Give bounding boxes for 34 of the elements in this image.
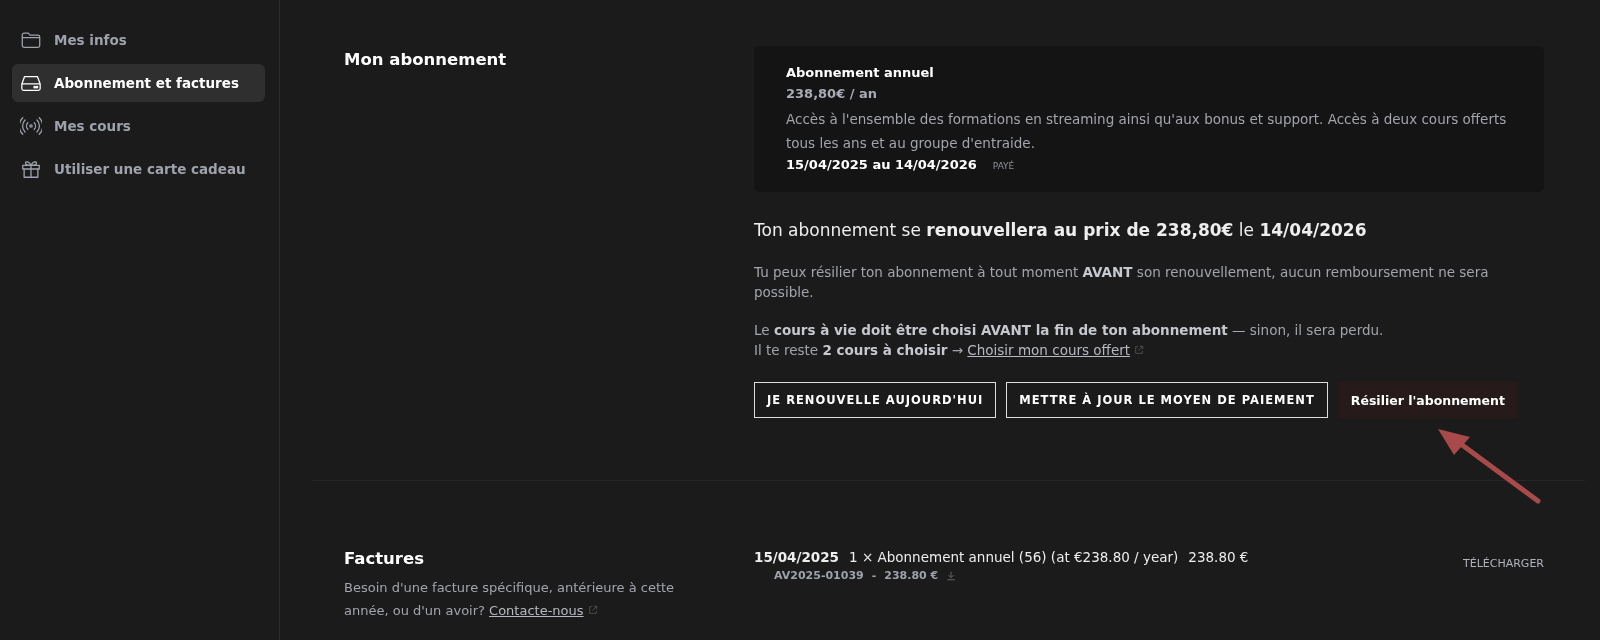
separator: -	[871, 569, 877, 582]
invoice-date: 15/04/2025	[754, 549, 839, 565]
sidebar-item[interactable]: Mes cours	[12, 107, 265, 145]
contact-link[interactable]: Contacte-nous	[489, 603, 584, 618]
sidebar-item[interactable]: Utiliser une carte cadeau	[12, 150, 265, 188]
renewal-text: Ton abonnement se renouvellera au prix de 238,80€ le 14/04/2026	[754, 220, 1368, 240]
section-heading: Factures	[344, 549, 425, 568]
invoice-total: 238.80 €	[884, 569, 939, 582]
broadcast-icon	[20, 115, 42, 137]
sidebar-item[interactable]: Abonnement et factures	[12, 64, 265, 102]
folder-icon	[20, 29, 42, 51]
cancel-subscription-button[interactable]: Résilier l'abonnement	[1337, 382, 1518, 418]
download-icon[interactable]	[946, 570, 957, 581]
plan-title: Abonnement annuel	[786, 65, 935, 80]
remaining-courses-text: Il te reste 2 cours à choisir → Choisir mon cours offert	[754, 340, 1544, 360]
invoice-line: 1 × Abonnement annuel (56) (at €238.80 / year)	[849, 549, 1179, 565]
invoice-number: AV2025-01039	[774, 569, 864, 582]
section-heading: Mon abonnement	[344, 50, 508, 69]
action-button[interactable]: JE RENOUVELLE AUJOURD'HUI	[754, 382, 997, 418]
cancellation-notice: Tu peux résilier ton abonnement à tout moment AVANT son renouvellement, aucun remboursement ne sera possible.	[754, 263, 1490, 302]
plan-price: 238,80€ / an	[786, 86, 879, 101]
lifetime-course-notice: Le cours à vie doit être choisi AVANT la fin de ton abonnement — sinon, il sera perdu.	[754, 321, 1385, 340]
external-link-icon	[587, 605, 598, 615]
action-button[interactable]: METTRE À JOUR LE MOYEN DE PAIEMENT	[1006, 382, 1328, 418]
gift-icon	[20, 158, 42, 180]
invoice-amount: 238.80 €	[1188, 549, 1249, 565]
choose-course-link[interactable]: Choisir mon cours offert	[967, 342, 1131, 358]
payment-status: PAYÉ	[992, 161, 1015, 171]
invoice-help-text: Besoin d'une facture spécifique, antérieure à cette année, ou d'un avoir? Contacte-nous	[344, 579, 676, 620]
sidebar-item[interactable]: Mes infos	[12, 21, 265, 59]
plan-description: Accès à l'ensemble des formations en streaming ainsi qu'aux bonus et support. Accès à deux cours offerts tous les ans et au groupe d'entraide.	[786, 110, 1508, 153]
subscription-period: 15/04/2025 au 14/04/2026	[786, 157, 977, 172]
external-link-icon	[1134, 345, 1145, 355]
download-link[interactable]: TÉLÉCHARGER	[1463, 557, 1544, 570]
